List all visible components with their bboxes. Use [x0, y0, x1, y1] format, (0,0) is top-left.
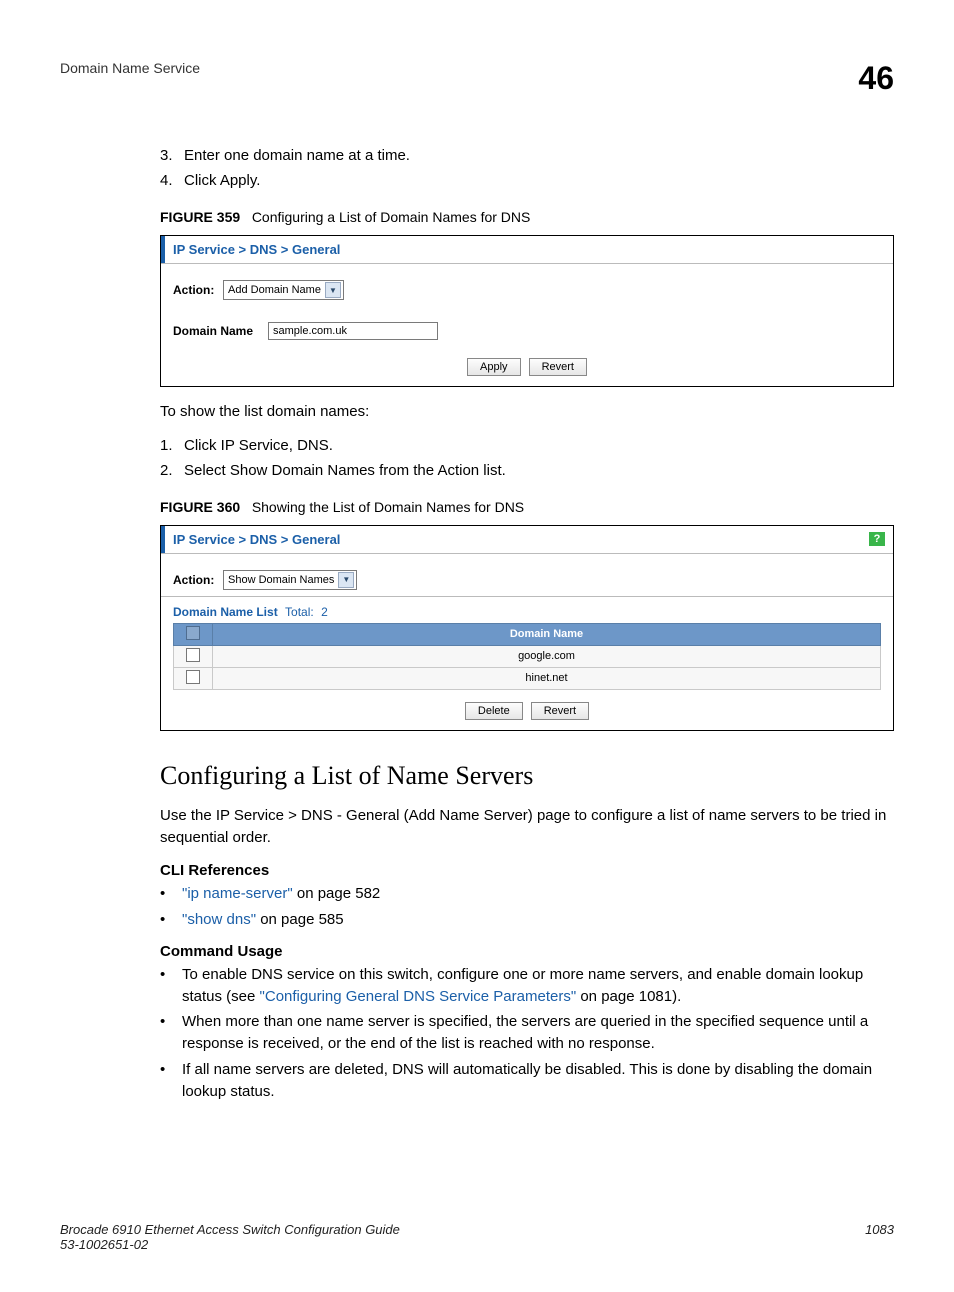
list-item: • If all name servers are deleted, DNS w… [160, 1059, 894, 1103]
delete-button[interactable]: Delete [465, 702, 523, 720]
cli-ref-link[interactable]: "ip name-server" [182, 885, 293, 902]
figure-caption-text: Showing the List of Domain Names for DNS [252, 499, 524, 515]
column-header-domain: Domain Name [213, 623, 881, 645]
table-row: hinet.net [174, 667, 881, 689]
chevron-down-icon[interactable]: ▼ [325, 282, 341, 298]
page-marker: 46 [858, 60, 894, 97]
list-item: • "show dns" on page 585 [160, 909, 894, 931]
domain-cell: google.com [213, 645, 881, 667]
breadcrumb-text: IP Service > DNS > General [173, 532, 340, 547]
revert-button[interactable]: Revert [529, 358, 587, 376]
list-item: • To enable DNS service on this switch, … [160, 964, 894, 1008]
breadcrumb: IP Service > DNS > General ? [161, 526, 893, 553]
cli-references-heading: CLI References [160, 862, 894, 879]
row-checkbox[interactable] [186, 670, 200, 684]
show-step-1: 1. Click IP Service, DNS. [160, 437, 894, 454]
figure-359-caption: FIGURE 359 Configuring a List of Domain … [160, 209, 894, 225]
table-row: google.com [174, 645, 881, 667]
domain-list-title: Domain Name List [173, 605, 278, 619]
domain-name-input[interactable] [268, 322, 438, 340]
step-number: 4. [160, 172, 184, 189]
step-text: Enter one domain name at a time. [184, 147, 410, 164]
step-text: Click Apply. [184, 172, 260, 189]
figure-label: FIGURE 360 [160, 499, 240, 515]
page-footer: Brocade 6910 Ethernet Access Switch Conf… [60, 1222, 894, 1252]
header-section: Domain Name Service [60, 60, 200, 76]
step-3: 3. Enter one domain name at a time. [160, 147, 894, 164]
cli-ref-link[interactable]: "show dns" [182, 911, 256, 928]
step-number: 1. [160, 437, 184, 454]
figure-label: FIGURE 359 [160, 209, 240, 225]
step-text: Click IP Service, DNS. [184, 437, 333, 454]
footer-page-number: 1083 [865, 1222, 894, 1252]
action-select-value: Add Domain Name [228, 284, 321, 296]
action-select-value: Show Domain Names [228, 574, 334, 586]
list-item: • When more than one name server is spec… [160, 1011, 894, 1055]
action-select[interactable]: Add Domain Name ▼ [223, 280, 344, 300]
action-label: Action: [173, 283, 223, 297]
step-number: 2. [160, 462, 184, 479]
action-select[interactable]: Show Domain Names ▼ [223, 570, 357, 590]
step-4: 4. Click Apply. [160, 172, 894, 189]
cli-ref-tail: on page 585 [256, 911, 344, 928]
domain-name-table: Domain Name google.com hinet.net [173, 623, 881, 690]
bullet-text: When more than one name server is specif… [182, 1011, 894, 1055]
select-all-checkbox[interactable] [186, 626, 200, 640]
step-number: 3. [160, 147, 184, 164]
figure-360-caption: FIGURE 360 Showing the List of Domain Na… [160, 499, 894, 515]
breadcrumb-text: IP Service > DNS > General [173, 242, 340, 257]
action-label: Action: [173, 573, 223, 587]
help-icon[interactable]: ? [869, 532, 885, 546]
domain-cell: hinet.net [213, 667, 881, 689]
section-heading: Configuring a List of Name Servers [160, 761, 894, 791]
figure-caption-text: Configuring a List of Domain Names for D… [252, 209, 531, 225]
command-usage-heading: Command Usage [160, 943, 894, 960]
figure-359-panel: IP Service > DNS > General Action: Add D… [160, 235, 894, 387]
section-intro: Use the IP Service > DNS - General (Add … [160, 805, 894, 849]
domain-list-total-label: Total: [285, 605, 314, 619]
apply-button[interactable]: Apply [467, 358, 521, 376]
bullet-text: If all name servers are deleted, DNS wil… [182, 1059, 894, 1103]
list-item: • "ip name-server" on page 582 [160, 883, 894, 905]
cli-ref-tail: on page 582 [293, 885, 381, 902]
bullet-text-post: on page 1081). [576, 988, 681, 1005]
domain-list-total: 2 [321, 605, 328, 619]
breadcrumb: IP Service > DNS > General [161, 236, 893, 263]
footer-title: Brocade 6910 Ethernet Access Switch Conf… [60, 1222, 400, 1237]
footer-doc-number: 53-1002651-02 [60, 1237, 400, 1252]
row-checkbox[interactable] [186, 648, 200, 662]
domain-name-label: Domain Name [173, 324, 268, 338]
chevron-down-icon[interactable]: ▼ [338, 572, 354, 588]
step-text: Select Show Domain Names from the Action… [184, 462, 506, 479]
inline-link[interactable]: "Configuring General DNS Service Paramet… [260, 988, 577, 1005]
show-intro-text: To show the list domain names: [160, 401, 894, 423]
revert-button[interactable]: Revert [531, 702, 589, 720]
show-step-2: 2. Select Show Domain Names from the Act… [160, 462, 894, 479]
figure-360-panel: IP Service > DNS > General ? Action: Sho… [160, 525, 894, 731]
